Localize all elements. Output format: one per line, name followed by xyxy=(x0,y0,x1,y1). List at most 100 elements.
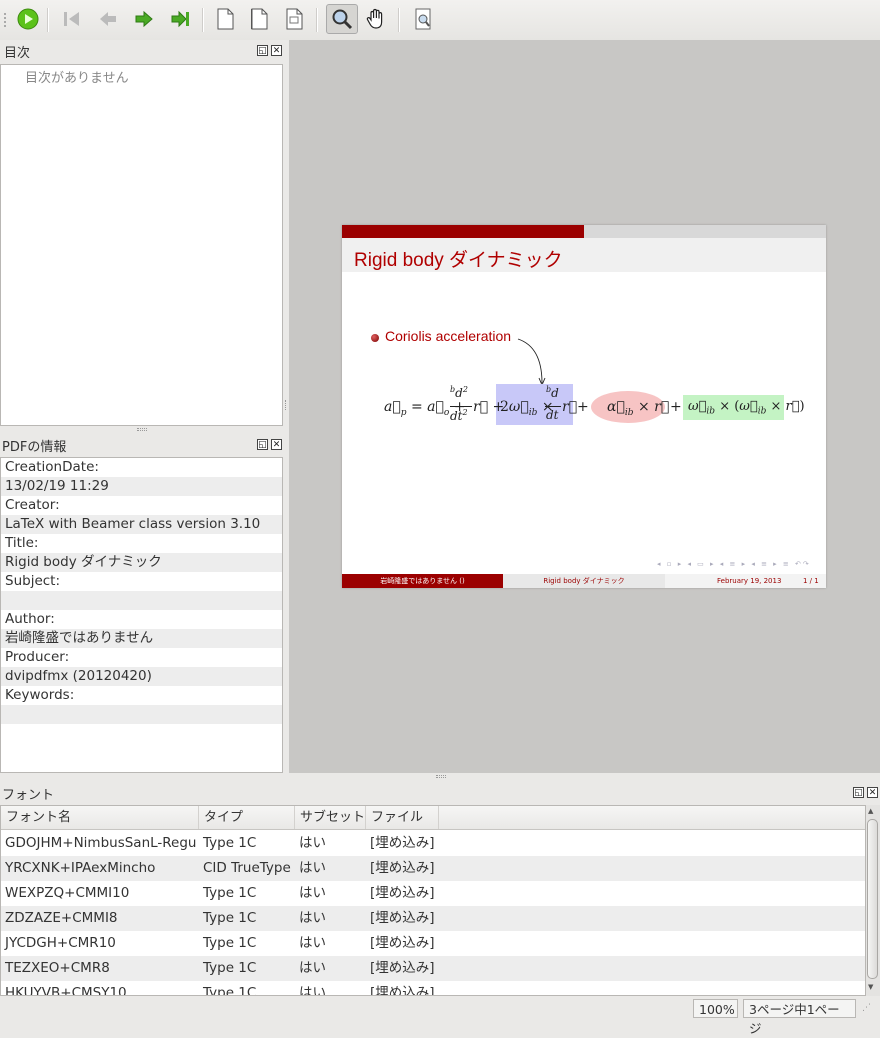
scroll-up-icon[interactable]: ▲ xyxy=(868,807,873,815)
slide-title: Rigid body ダイナミック xyxy=(354,250,563,271)
next-page-icon xyxy=(135,10,153,28)
facing-pages-button[interactable] xyxy=(245,5,273,33)
single-page-button[interactable] xyxy=(211,5,239,33)
table-cell: [埋め込み] xyxy=(370,860,435,876)
pdf-info-row: LaTeX with Beamer class version 3.10 xyxy=(1,515,282,534)
table-cell: Type 1C xyxy=(203,835,257,851)
footer-title-bar: Rigid body ダイナミック xyxy=(503,574,665,588)
splitter-handle[interactable] xyxy=(137,428,147,431)
pdf-info-row xyxy=(1,705,282,724)
table-cell: Type 1C xyxy=(203,985,257,996)
fonts-dock-buttons: ◱ ✕ xyxy=(846,784,880,800)
pdf-info-row: 13/02/19 11:29 xyxy=(1,477,282,496)
column-header-type[interactable]: タイプ xyxy=(199,806,295,829)
fonts-table[interactable]: フォント名 タイプ サブセット ファイル GDOJHM+NimbusSanL-R… xyxy=(0,805,866,996)
table-cell: Type 1C xyxy=(203,960,257,976)
close-icon[interactable]: ✕ xyxy=(271,45,282,56)
table-cell: [埋め込み] xyxy=(370,910,435,926)
close-icon[interactable]: ✕ xyxy=(271,439,282,450)
footer-date: February 19, 2013 xyxy=(717,577,782,585)
slide-progress-track xyxy=(584,225,826,238)
pdf-info-dock-buttons: ◱ ✕ xyxy=(250,436,284,452)
footer-date-bar: February 19, 2013 1 / 1 xyxy=(665,574,826,588)
pdf-info-panel[interactable]: CreationDate: 13/02/19 11:29 Creator: LaTeX… xyxy=(0,457,283,773)
footer-title: Rigid body ダイナミック xyxy=(543,577,625,585)
pdf-info-row: Rigid body ダイナミック xyxy=(1,553,282,572)
table-row[interactable]: WEXPZQ+CMMI10 Type 1C はい [埋め込み] xyxy=(1,881,865,906)
preview-button[interactable] xyxy=(409,5,437,33)
scroll-down-icon[interactable]: ▼ xyxy=(868,983,873,991)
footer-author: 岩崎隆盛ではありません () xyxy=(380,577,465,585)
table-cell: JYCDGH+CMR10 xyxy=(5,935,116,951)
last-page-button[interactable] xyxy=(166,5,194,33)
column-header-subset[interactable]: サブセット xyxy=(295,806,366,829)
table-row[interactable]: JYCDGH+CMR10 Type 1C はい [埋め込み] xyxy=(1,931,865,956)
table-cell: はい xyxy=(299,860,326,876)
table-cell: [埋め込み] xyxy=(370,885,435,901)
float-icon[interactable]: ◱ xyxy=(257,439,268,450)
pdf-info-list: CreationDate: 13/02/19 11:29 Creator: LaTeX… xyxy=(1,458,282,724)
continuous-page-button[interactable] xyxy=(280,5,308,33)
preview-icon xyxy=(415,8,431,30)
hand-tool-button[interactable] xyxy=(362,5,390,33)
last-page-icon xyxy=(171,10,189,28)
slide-progress-bar xyxy=(342,225,584,238)
facing-pages-icon xyxy=(251,8,268,30)
table-cell: [埋め込み] xyxy=(370,935,435,951)
table-cell: TEZXEO+CMR8 xyxy=(5,960,110,976)
table-cell: [埋め込み] xyxy=(370,985,435,996)
slide-title-bar: Rigid body ダイナミック xyxy=(342,238,826,272)
pdf-info-row: CreationDate: xyxy=(5,459,99,475)
table-row[interactable]: ZDZAZE+CMMI8 Type 1C はい [埋め込み] xyxy=(1,906,865,931)
toc-panel[interactable]: 目次がありません xyxy=(0,64,283,426)
table-cell: YRCXNK+IPAexMincho xyxy=(5,860,156,876)
float-icon[interactable]: ◱ xyxy=(257,45,268,56)
bullet-icon xyxy=(371,334,379,342)
table-row[interactable]: YRCXNK+IPAexMincho CID TrueType はい [埋め込み] xyxy=(1,856,865,881)
float-icon[interactable]: ◱ xyxy=(853,787,864,798)
table-cell: HKUYVB+CMSY10 xyxy=(5,985,127,996)
toolbar xyxy=(0,0,880,40)
toolbar-grip[interactable] xyxy=(4,13,7,27)
single-page-icon xyxy=(217,8,234,30)
column-header-font-name[interactable]: フォント名 xyxy=(1,806,199,829)
column-header-file[interactable]: ファイル xyxy=(366,806,439,829)
play-button[interactable] xyxy=(14,5,42,33)
table-header: フォント名 タイプ サブセット ファイル xyxy=(1,806,865,830)
slide-bullet-text: Coriolis acceleration xyxy=(385,328,512,344)
pdf-info-row: Subject: xyxy=(5,573,61,589)
zoom-tool-icon xyxy=(332,9,353,30)
pdf-info-row: Author: xyxy=(5,611,55,627)
scrollbar-thumb[interactable] xyxy=(867,819,878,979)
table-cell: Type 1C xyxy=(203,910,257,926)
play-icon xyxy=(17,8,39,30)
table-cell: GDOJHM+NimbusSanL-Regu xyxy=(5,835,197,851)
prev-page-button[interactable] xyxy=(94,5,122,33)
table-row[interactable]: GDOJHM+NimbusSanL-Regu Type 1C はい [埋め込み] xyxy=(1,831,865,856)
horizontal-splitter-handle[interactable] xyxy=(436,775,446,778)
vertical-splitter-handle[interactable] xyxy=(285,400,288,410)
table-cell: はい xyxy=(299,885,326,901)
first-page-icon xyxy=(64,12,79,26)
pdf-info-row: Keywords: xyxy=(5,687,75,703)
page-indicator: 3ページ中1ページ xyxy=(743,999,856,1036)
zoom-level: 100% xyxy=(693,999,738,1018)
beamer-nav-icons[interactable]: ◂ ▫ ▸ ◂ ▭ ▸ ◂ ≡ ▸ ◂ ≡ ▸ ≡ ↶↷ xyxy=(657,560,811,568)
next-page-button[interactable] xyxy=(130,5,158,33)
pdf-info-row: Producer: xyxy=(5,649,70,665)
first-page-button[interactable] xyxy=(58,5,86,33)
table-cell: [埋め込み] xyxy=(370,960,435,976)
table-row[interactable]: HKUYVB+CMSY10 Type 1C はい [埋め込み] xyxy=(1,981,865,996)
fonts-dock-title: フォント xyxy=(2,788,55,803)
continuous-page-icon xyxy=(286,8,303,30)
table-row[interactable]: TEZXEO+CMR8 Type 1C はい [埋め込み] xyxy=(1,956,865,981)
footer-page: 1 / 1 xyxy=(803,577,819,585)
pdf-info-row: dvipdfmx (20120420) xyxy=(1,667,282,686)
resize-grip-icon[interactable]: ⋰ xyxy=(862,1003,871,1013)
toc-empty-text: 目次がありません xyxy=(25,71,129,86)
table-cell: WEXPZQ+CMMI10 xyxy=(5,885,130,901)
table-cell: [埋め込み] xyxy=(370,835,435,851)
zoom-tool-button[interactable] xyxy=(326,4,358,34)
fonts-scrollbar[interactable]: ▲ ▼ xyxy=(866,805,880,996)
close-icon[interactable]: ✕ xyxy=(867,787,878,798)
